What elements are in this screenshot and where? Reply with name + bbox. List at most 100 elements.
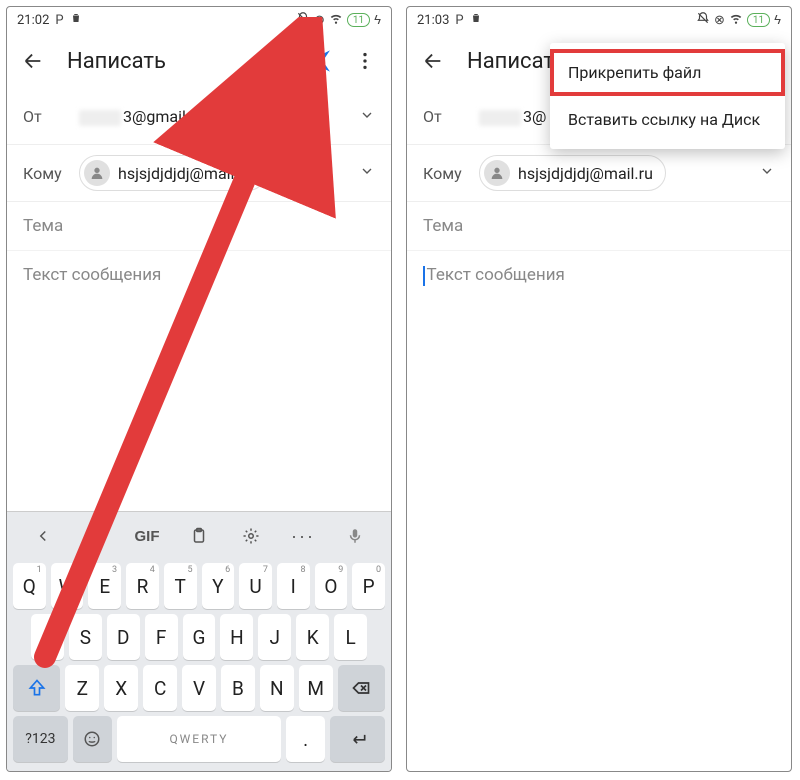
back-button[interactable]	[413, 41, 453, 81]
key-f[interactable]: F	[145, 614, 178, 660]
body-placeholder: Текст сообщения	[427, 265, 565, 285]
wifi-icon	[729, 11, 743, 29]
key-shift[interactable]	[13, 665, 60, 711]
key-y[interactable]: Y6	[202, 563, 235, 609]
body-input[interactable]: Текст сообщения	[407, 251, 791, 771]
recipient-chip[interactable]: hsjsjdjdjdj@mail.ru	[79, 155, 266, 191]
battery-indicator: 11	[747, 13, 770, 27]
subject-placeholder: Тема	[423, 216, 463, 236]
key-superscript: 2	[74, 565, 79, 575]
subject-input[interactable]: Тема	[407, 202, 791, 251]
kb-settings-button[interactable]	[234, 522, 268, 550]
body-input[interactable]: Текст сообщения	[7, 251, 391, 511]
key-s[interactable]: S	[69, 614, 102, 660]
key-superscript: 9	[338, 565, 343, 575]
chevron-down-icon	[359, 163, 375, 183]
charging-icon: ϟ	[774, 12, 781, 28]
menu-insert-drive-link[interactable]: Вставить ссылку на Диск	[550, 96, 785, 143]
back-button[interactable]	[13, 41, 53, 81]
key-v[interactable]: V	[182, 665, 216, 711]
soft-keyboard: GIF ··· Q1W2E3R4T5Y6U7I8O9P0 ASDFGHJKL Z…	[7, 511, 391, 771]
dnd-icon	[696, 11, 710, 29]
key-space[interactable]: QWERTY	[117, 716, 281, 762]
subject-placeholder: Тема	[23, 216, 63, 236]
from-email-suffix: 3@	[523, 107, 546, 126]
key-backspace[interactable]	[338, 665, 385, 711]
attach-button[interactable]	[253, 41, 293, 81]
keyboard-row-2: ASDFGHJKL	[13, 614, 385, 660]
app-bar: Написать	[7, 33, 391, 89]
key-i[interactable]: I8	[277, 563, 310, 609]
key-period[interactable]: .	[286, 716, 325, 762]
key-d[interactable]: D	[107, 614, 140, 660]
kb-sticker-button[interactable]	[78, 522, 112, 550]
key-b[interactable]: B	[221, 665, 255, 711]
key-q[interactable]: Q1	[13, 563, 46, 609]
key-superscript: 8	[301, 565, 306, 575]
to-field[interactable]: Кому hsjsjdjdjdj@mail.ru	[407, 145, 791, 202]
dnd-icon	[296, 11, 310, 29]
wifi-icon	[329, 11, 343, 29]
status-bar: 21:03 P ⊗ 11 ϟ	[407, 7, 791, 33]
key-t[interactable]: T5	[164, 563, 197, 609]
kb-gif-button[interactable]: GIF	[130, 522, 164, 550]
key-num-switch[interactable]: ?123	[13, 716, 68, 762]
key-c[interactable]: C	[143, 665, 177, 711]
key-p[interactable]: P0	[352, 563, 385, 609]
battery-indicator: 11	[347, 13, 370, 27]
recipient-email: hsjsjdjdjdj@mail.ru	[518, 164, 653, 183]
key-enter[interactable]	[330, 716, 385, 762]
from-label: От	[23, 107, 79, 126]
key-a[interactable]: A	[31, 614, 64, 660]
kb-clipboard-button[interactable]	[182, 522, 216, 550]
recipient-chip[interactable]: hsjsjdjdjdj@mail.ru	[479, 155, 666, 191]
key-superscript: 4	[150, 565, 155, 575]
kb-more-button[interactable]: ···	[286, 522, 320, 550]
app-indicator-icon: P	[455, 13, 463, 28]
key-e[interactable]: E3	[88, 563, 121, 609]
key-superscript: 3	[112, 565, 117, 575]
key-k[interactable]: K	[296, 614, 329, 660]
key-n[interactable]: N	[260, 665, 294, 711]
to-field[interactable]: Кому hsjsjdjdjdj@mail.ru	[7, 145, 391, 202]
key-emoji[interactable]	[73, 716, 112, 762]
status-bar: 21:02 P ⊗ 11 ϟ	[7, 7, 391, 33]
key-l[interactable]: L	[334, 614, 367, 660]
avatar-icon	[84, 160, 110, 186]
key-superscript: 1	[37, 565, 42, 575]
from-field[interactable]: От 3@gmail.com	[7, 89, 391, 145]
from-email-suffix: 3@gmail.com	[123, 107, 222, 126]
text-cursor	[423, 266, 425, 286]
chevron-down-icon	[359, 107, 375, 127]
key-h[interactable]: H	[220, 614, 253, 660]
body-placeholder: Текст сообщения	[23, 265, 161, 285]
send-button[interactable]	[299, 41, 339, 81]
menu-attach-file[interactable]: Прикрепить файл	[550, 49, 785, 96]
key-r[interactable]: R4	[126, 563, 159, 609]
keyboard-toolbar: GIF ···	[11, 518, 387, 558]
signal-icon: ⊗	[314, 13, 325, 28]
subject-input[interactable]: Тема	[7, 202, 391, 251]
chevron-down-icon	[759, 163, 775, 183]
to-label: Кому	[23, 164, 79, 183]
from-value: 3@gmail.com	[79, 107, 359, 126]
avatar-icon	[484, 160, 510, 186]
key-m[interactable]: M	[299, 665, 333, 711]
app-indicator-icon: P	[55, 13, 63, 28]
overflow-button[interactable]	[345, 41, 385, 81]
kb-mic-button[interactable]	[338, 522, 372, 550]
key-x[interactable]: X	[104, 665, 138, 711]
status-time: 21:03	[417, 13, 449, 28]
phone-screen-2: 21:03 P ⊗ 11 ϟ Написать От 3@	[406, 6, 792, 772]
key-w[interactable]: W2	[51, 563, 84, 609]
key-g[interactable]: G	[183, 614, 216, 660]
from-label: От	[423, 107, 479, 126]
keyboard-row-1: Q1W2E3R4T5Y6U7I8O9P0	[13, 563, 385, 609]
charging-icon: ϟ	[374, 12, 381, 28]
kb-collapse-button[interactable]	[26, 522, 60, 550]
key-u[interactable]: U7	[239, 563, 272, 609]
redacted-text	[79, 110, 121, 126]
key-o[interactable]: O9	[315, 563, 348, 609]
key-z[interactable]: Z	[65, 665, 99, 711]
key-j[interactable]: J	[258, 614, 291, 660]
